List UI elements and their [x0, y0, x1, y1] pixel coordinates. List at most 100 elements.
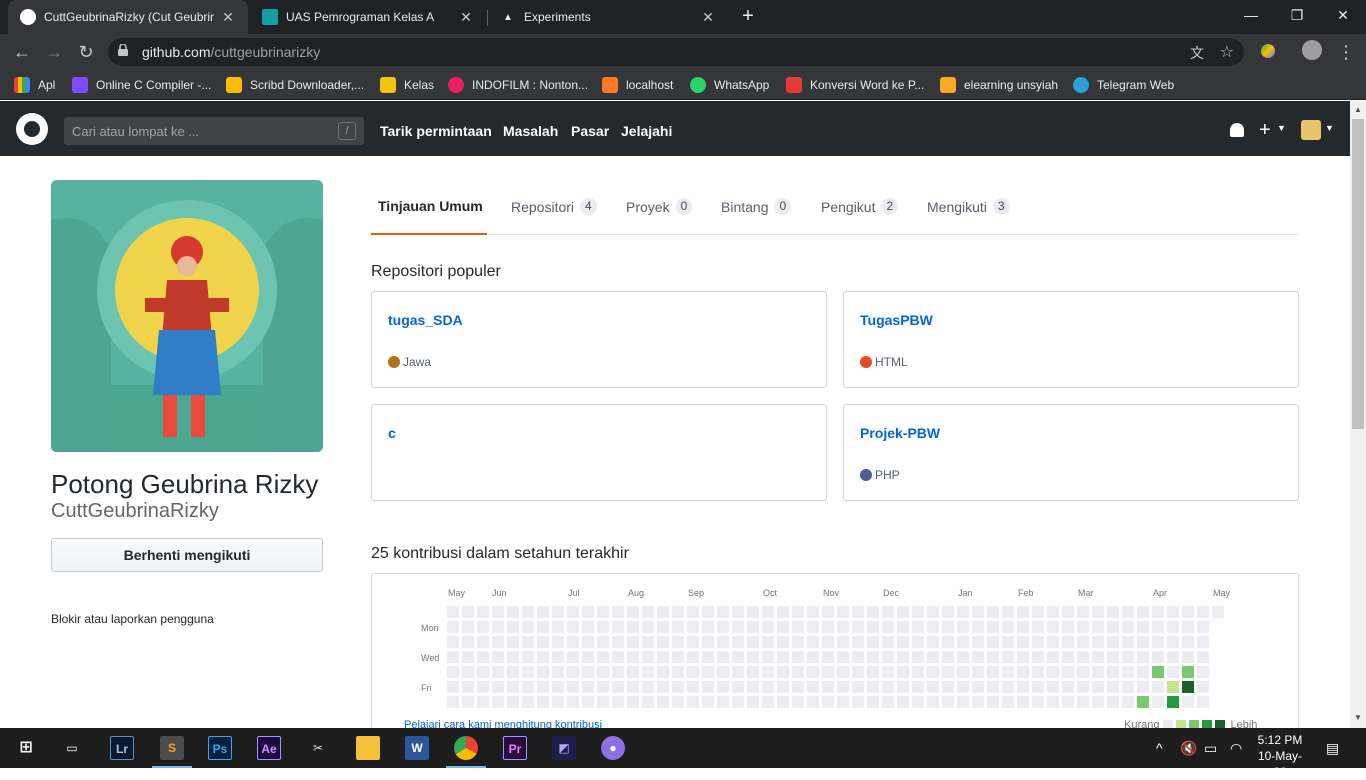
unfollow-button[interactable]: Berhenti mengikuti — [51, 538, 323, 572]
contribution-day-cell[interactable] — [717, 606, 729, 618]
contribution-day-cell[interactable] — [882, 651, 894, 663]
contribution-day-cell[interactable] — [762, 606, 774, 618]
contribution-day-cell[interactable] — [492, 636, 504, 648]
contribution-day-cell[interactable] — [522, 651, 534, 663]
contribution-day-cell[interactable] — [717, 681, 729, 693]
contribution-day-cell[interactable] — [597, 621, 609, 633]
contribution-day-cell[interactable] — [537, 606, 549, 618]
contribution-day-cell[interactable] — [807, 621, 819, 633]
contribution-day-cell[interactable] — [507, 681, 519, 693]
contribution-day-cell[interactable] — [882, 681, 894, 693]
contribution-day-cell[interactable] — [792, 651, 804, 663]
browser-tab-github[interactable]: CuttGeubrinaRizky (Cut Geubrina ✕ — [8, 0, 248, 34]
contribution-day-cell[interactable] — [912, 696, 924, 708]
contribution-day-cell[interactable] — [762, 696, 774, 708]
contribution-day-cell[interactable] — [777, 606, 789, 618]
sublime-text-icon[interactable]: S — [152, 736, 192, 768]
contribution-day-cell[interactable] — [807, 666, 819, 678]
contribution-day-cell[interactable] — [1002, 636, 1014, 648]
contribution-day-cell[interactable] — [1092, 681, 1104, 693]
file-explorer-icon[interactable] — [356, 736, 380, 760]
contribution-day-cell[interactable] — [567, 696, 579, 708]
contribution-day-cell[interactable] — [927, 606, 939, 618]
contribution-day-cell[interactable] — [462, 666, 474, 678]
wifi-icon[interactable]: ◠ — [1230, 740, 1242, 757]
contribution-day-cell[interactable] — [492, 651, 504, 663]
contribution-day-cell[interactable] — [447, 606, 459, 618]
minimize-button[interactable]: — — [1228, 0, 1274, 30]
contribution-day-cell[interactable] — [1092, 621, 1104, 633]
contribution-day-cell[interactable] — [987, 606, 999, 618]
contribution-day-cell[interactable] — [1167, 621, 1179, 633]
contribution-day-cell[interactable] — [1107, 621, 1119, 633]
contribution-day-cell[interactable] — [957, 681, 969, 693]
contribution-day-cell[interactable] — [762, 621, 774, 633]
contribution-day-cell[interactable] — [702, 681, 714, 693]
contribution-day-cell[interactable] — [672, 606, 684, 618]
contribution-day-cell[interactable] — [627, 636, 639, 648]
contribution-day-cell[interactable] — [1167, 696, 1179, 708]
contribution-day-cell[interactable] — [837, 606, 849, 618]
notification-bell-icon[interactable] — [1230, 123, 1244, 137]
contribution-day-cell[interactable] — [552, 696, 564, 708]
contribution-day-cell[interactable] — [492, 696, 504, 708]
contribution-day-cell[interactable] — [897, 621, 909, 633]
contribution-day-cell[interactable] — [462, 651, 474, 663]
contribution-day-cell[interactable] — [462, 636, 474, 648]
contribution-day-cell[interactable] — [762, 681, 774, 693]
contribution-day-cell[interactable] — [747, 636, 759, 648]
word-icon[interactable]: W — [405, 736, 429, 760]
contribution-day-cell[interactable] — [882, 666, 894, 678]
contribution-day-cell[interactable] — [852, 666, 864, 678]
contribution-day-cell[interactable] — [1137, 666, 1149, 678]
contribution-day-cell[interactable] — [792, 681, 804, 693]
contribution-day-cell[interactable] — [1182, 681, 1194, 693]
contribution-day-cell[interactable] — [792, 696, 804, 708]
contribution-day-cell[interactable] — [1032, 681, 1044, 693]
show-hidden-icons-icon[interactable]: ^ — [1156, 740, 1163, 756]
contribution-day-cell[interactable] — [762, 636, 774, 648]
contribution-day-cell[interactable] — [1077, 606, 1089, 618]
contribution-day-cell[interactable] — [1122, 681, 1134, 693]
contribution-day-cell[interactable] — [687, 621, 699, 633]
new-tab-button[interactable]: + — [736, 5, 760, 29]
contribution-day-cell[interactable] — [552, 621, 564, 633]
contribution-day-cell[interactable] — [537, 696, 549, 708]
address-bar[interactable]: github.com/cuttgeubrinarizky 文 ☆ — [108, 38, 1244, 66]
contribution-day-cell[interactable] — [507, 606, 519, 618]
contribution-day-cell[interactable] — [1137, 651, 1149, 663]
repo-link[interactable]: TugasPBW — [860, 312, 933, 328]
contribution-day-cell[interactable] — [657, 606, 669, 618]
contribution-day-cell[interactable] — [552, 666, 564, 678]
contribution-day-cell[interactable] — [1197, 666, 1209, 678]
chevron-down-icon[interactable]: ▼ — [1277, 123, 1286, 133]
contribution-day-cell[interactable] — [492, 606, 504, 618]
close-tab-icon[interactable]: ✕ — [700, 9, 716, 26]
contribution-day-cell[interactable] — [1047, 681, 1059, 693]
contribution-day-cell[interactable] — [567, 666, 579, 678]
contribution-day-cell[interactable] — [1182, 621, 1194, 633]
contribution-day-cell[interactable] — [732, 606, 744, 618]
task-view-icon[interactable]: ▭ — [60, 736, 84, 760]
contribution-day-cell[interactable] — [1107, 636, 1119, 648]
contribution-day-cell[interactable] — [657, 636, 669, 648]
contribution-day-cell[interactable] — [477, 681, 489, 693]
contribution-day-cell[interactable] — [1047, 636, 1059, 648]
contribution-day-cell[interactable] — [447, 696, 459, 708]
contribution-day-cell[interactable] — [882, 621, 894, 633]
contribution-day-cell[interactable] — [972, 696, 984, 708]
contribution-day-cell[interactable] — [1122, 606, 1134, 618]
close-window-button[interactable]: ✕ — [1320, 0, 1366, 30]
contribution-day-cell[interactable] — [897, 666, 909, 678]
contribution-day-cell[interactable] — [522, 681, 534, 693]
lightroom-icon[interactable]: Lr — [110, 736, 134, 760]
contribution-day-cell[interactable] — [702, 606, 714, 618]
contribution-day-cell[interactable] — [942, 681, 954, 693]
contribution-day-cell[interactable] — [1017, 696, 1029, 708]
contribution-day-cell[interactable] — [897, 696, 909, 708]
contribution-day-cell[interactable] — [1152, 681, 1164, 693]
contribution-day-cell[interactable] — [1017, 636, 1029, 648]
contribution-day-cell[interactable] — [1152, 696, 1164, 708]
contribution-day-cell[interactable] — [567, 651, 579, 663]
contribution-day-cell[interactable] — [717, 696, 729, 708]
